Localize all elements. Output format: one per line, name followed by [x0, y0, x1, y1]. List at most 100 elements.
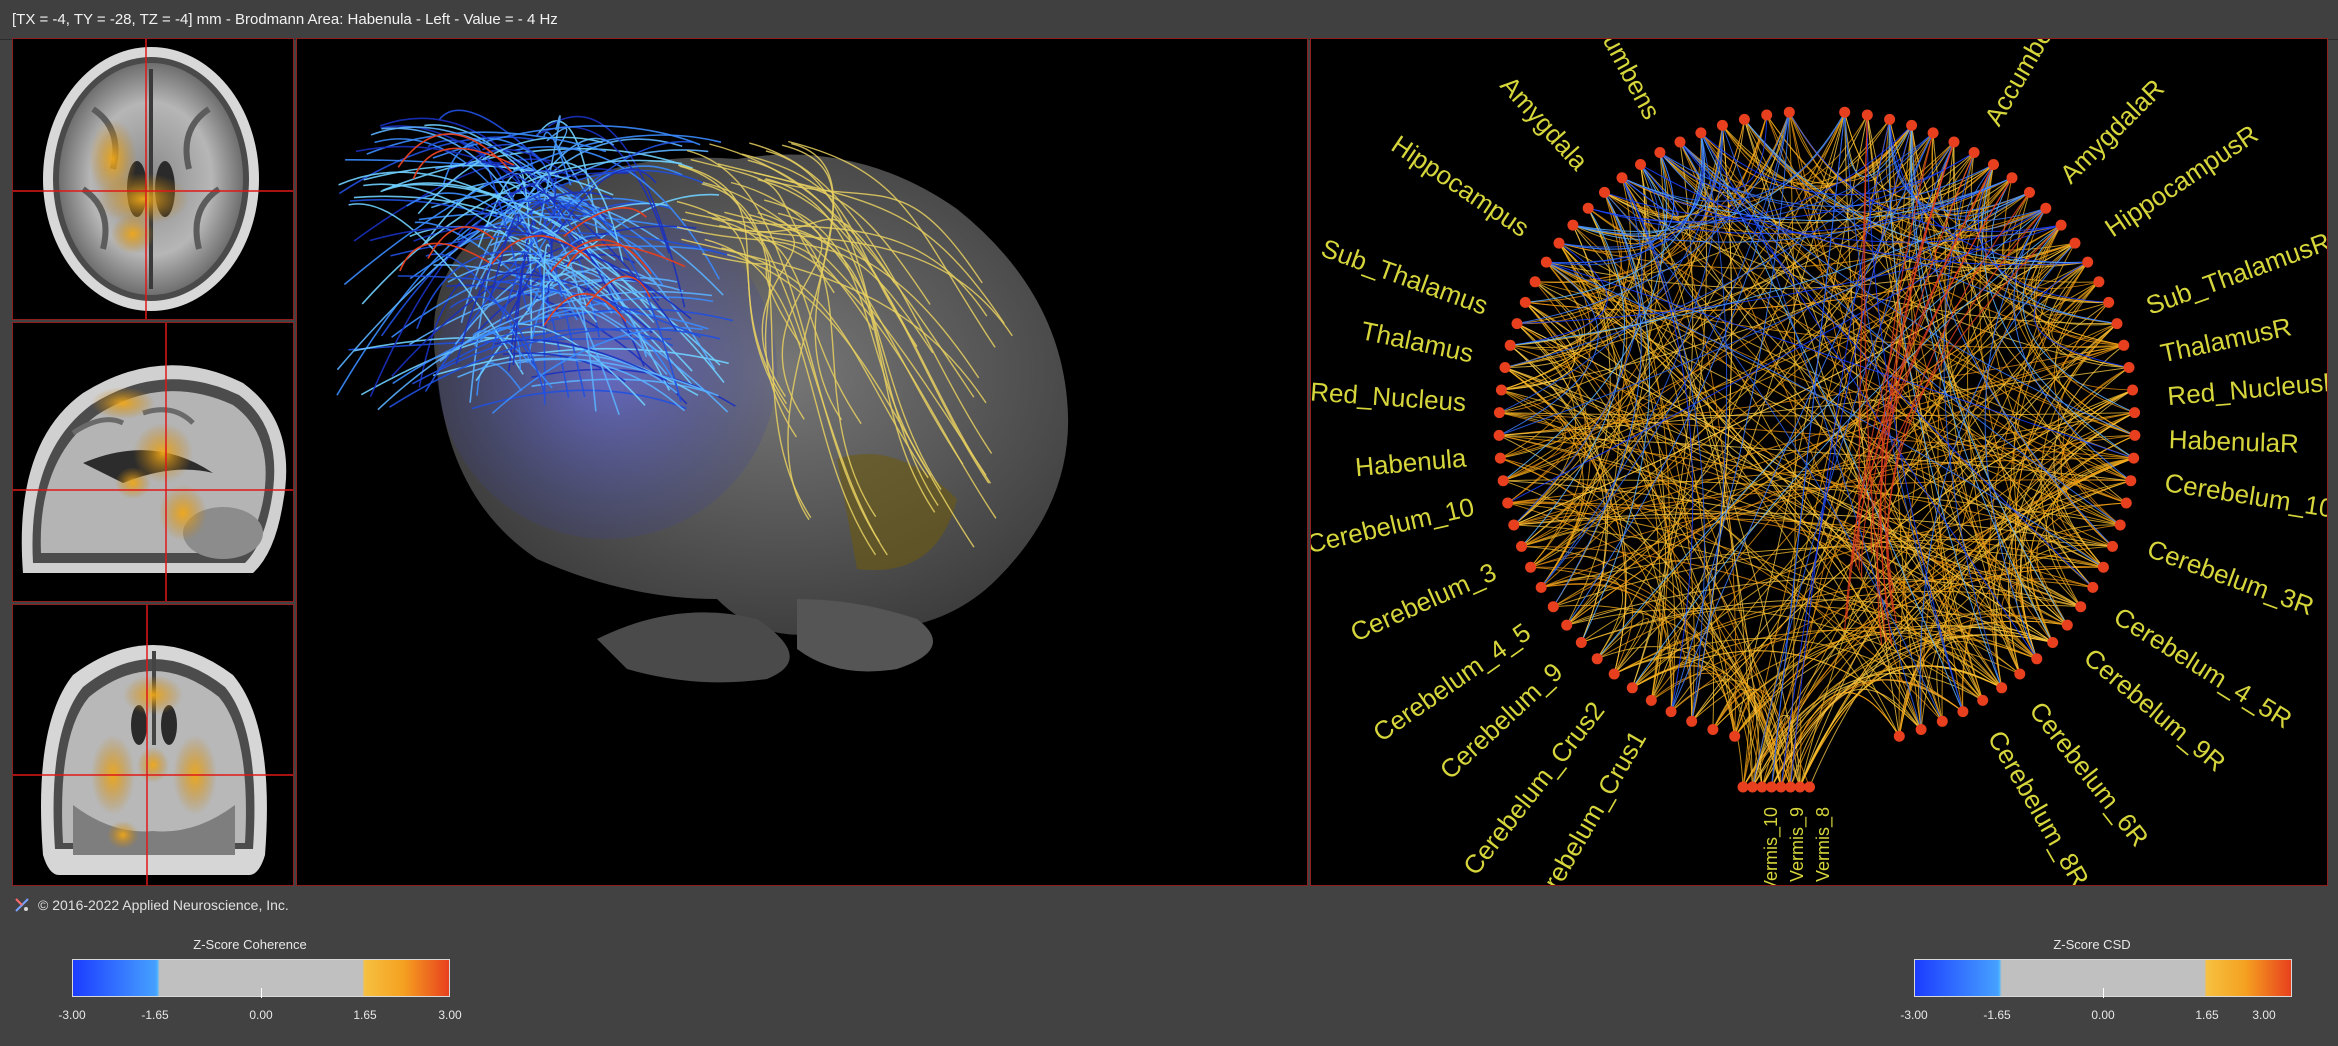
region-label: Habenula: [1354, 443, 1468, 483]
tractography-3d-view[interactable]: [296, 38, 1308, 886]
connectivity-node: [1645, 694, 1657, 706]
connectivity-node: [1988, 159, 1999, 170]
connectivity-node: [2127, 384, 2139, 396]
region-label: Vermis_9: [1787, 807, 1808, 882]
connectivity-node: [1494, 452, 1506, 464]
neuroguide-window: [TX = -4, TY = -28, TZ = -4] mm - Brodma…: [0, 0, 2338, 1046]
connectivity-node: [1582, 202, 1594, 214]
connectivity-node: [1502, 497, 1514, 509]
connectivity-node: [1785, 781, 1796, 793]
connectivity-node: [2107, 540, 2118, 552]
connectivity-circle-view[interactable]: Nu. AccumbensAmygdalaHippocampusSub_Thal…: [1310, 38, 2328, 886]
connectivity-node: [1977, 694, 1989, 706]
connectivity-node: [2006, 172, 2018, 184]
connectivity-node: [1737, 781, 1749, 793]
status-bar: [TX = -4, TY = -28, TZ = -4] mm - Brodma…: [0, 0, 2338, 40]
connectivity-node: [2114, 519, 2126, 531]
legend-tick: -1.65: [141, 1008, 169, 1022]
connectivity-node: [1775, 781, 1787, 793]
region-label: Red_NucleusR: [2166, 366, 2328, 411]
connectivity-node: [1906, 119, 1918, 131]
coronal-slice-image[interactable]: [13, 605, 294, 886]
connectivity-node: [1915, 724, 1927, 735]
coronal-slice-view[interactable]: [12, 604, 294, 886]
sagittal-slice-image[interactable]: [13, 323, 294, 602]
connectivity-node: [1499, 362, 1511, 373]
csd-color-legend: Z-Score CSD -3.00 -1.65 0.00 1.65 3.00: [1882, 930, 2302, 1046]
legend-tick: 1.65: [2195, 1008, 2219, 1022]
connectivity-node: [1794, 781, 1806, 793]
connectivity-node: [2128, 452, 2140, 464]
connectivity-node: [1497, 475, 1509, 487]
region-label: AmygdalaR: [2054, 73, 2170, 189]
connectivity-node: [1761, 109, 1773, 121]
region-label: Amygdala: [1495, 70, 1595, 176]
axial-slice-view[interactable]: [12, 38, 294, 320]
connectivity-node: [1547, 601, 1559, 613]
connectivity-node: [2097, 561, 2109, 573]
connectivity-node: [2123, 362, 2135, 373]
connectivity-node: [2129, 429, 2141, 441]
region-label: Cerebelum_Crus1: [1521, 725, 1652, 886]
connectivity-edges: [1498, 111, 2136, 788]
connectivity-node: [1707, 724, 1719, 735]
region-label: Cerebelum_3R: [2143, 533, 2318, 621]
brain-3d-render[interactable]: [297, 39, 1308, 886]
sagittal-slice-view[interactable]: [12, 322, 294, 602]
connectivity-node: [1535, 581, 1547, 593]
legend-tick: 0.00: [249, 1008, 273, 1022]
region-label: ThalamusR: [2158, 311, 2294, 368]
connectivity-node: [1766, 781, 1777, 793]
connectivity-node: [1511, 318, 1523, 330]
connectivity-node: [2111, 318, 2123, 330]
connectivity-node: [2120, 497, 2132, 509]
csd-color-bar: [1914, 959, 2292, 998]
region-label: Vermis_8: [1813, 807, 1834, 882]
connectivity-node: [1968, 147, 1980, 158]
connectivity-node: [1567, 219, 1579, 231]
connectivity-node: [2040, 202, 2052, 214]
connectivity-node: [1665, 706, 1677, 718]
connectivity-node: [1504, 339, 1516, 351]
connectivity-node: [1616, 172, 1628, 184]
connectivity-node: [2087, 581, 2099, 593]
connectivity-node: [1540, 256, 1552, 268]
connectivity-node: [1884, 113, 1896, 125]
connectivity-node: [2118, 339, 2130, 351]
region-label: Vermis_10: [1761, 807, 1782, 886]
connectivity-node: [1575, 637, 1587, 648]
connectivity-node: [1839, 106, 1851, 118]
connectivity-node: [2093, 276, 2105, 288]
region-label: Cerebelum_3: [1346, 557, 1501, 648]
legend-tick: 3.00: [438, 1008, 462, 1022]
region-label: Cerebelum_10: [1311, 492, 1477, 560]
connectivity-node: [2047, 637, 2059, 648]
connectivity-node: [1804, 781, 1815, 793]
connectivity-node: [2125, 475, 2137, 487]
connectivity-node: [1957, 706, 1969, 718]
connectivity-node: [1686, 715, 1698, 727]
legend-center-mark: [2103, 988, 2104, 998]
region-label: Sub_ThalamusR: [2142, 226, 2328, 320]
connectivity-node: [1516, 540, 1527, 552]
connectivity-node: [1674, 136, 1686, 148]
connectivity-node: [2031, 653, 2043, 665]
connectivity-node: [2024, 186, 2035, 198]
connectivity-node: [1893, 730, 1905, 742]
connectivity-node: [1756, 781, 1768, 793]
axial-slice-image[interactable]: [13, 39, 294, 320]
region-label: Cerebelum_10R: [2163, 467, 2328, 526]
connectivity-node: [1561, 619, 1573, 631]
region-label: Red_Nucleus: [1311, 376, 1467, 417]
connectivity-node: [1654, 147, 1666, 158]
connectivity-node: [1783, 106, 1795, 118]
connectivity-node: [1635, 159, 1646, 170]
connectivity-node: [2082, 256, 2094, 268]
connectivity-node: [1495, 384, 1507, 396]
legend-center-mark: [261, 988, 262, 998]
coherence-color-bar: [72, 959, 450, 998]
connectivity-node: [2075, 601, 2087, 613]
connectivity-node: [1508, 519, 1520, 531]
connectogram[interactable]: Nu. AccumbensAmygdalaHippocampusSub_Thal…: [1311, 39, 2328, 886]
connectivity-node: [2103, 296, 2115, 308]
